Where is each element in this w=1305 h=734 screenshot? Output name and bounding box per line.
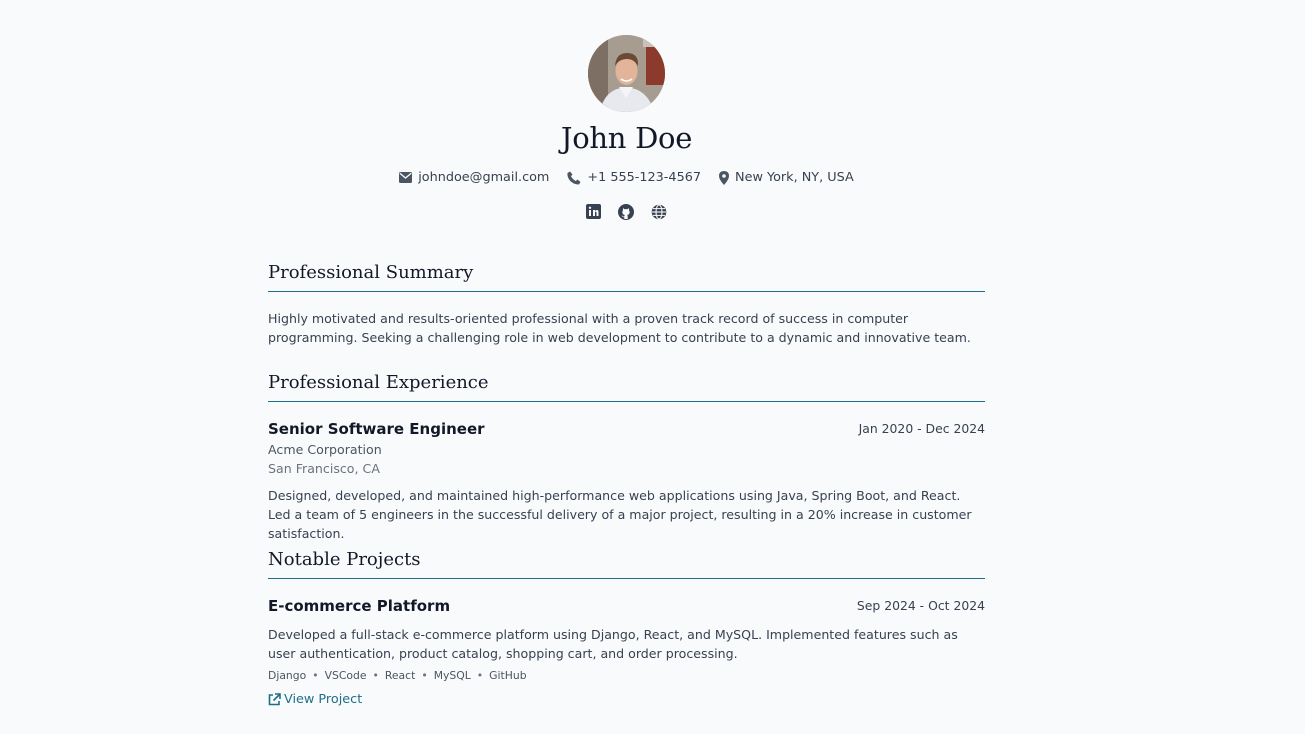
github-icon	[618, 204, 634, 220]
social-links	[0, 204, 1253, 220]
globe-icon	[651, 204, 667, 220]
website-link[interactable]	[651, 204, 667, 220]
phone-icon	[567, 171, 581, 184]
tag-separator: •	[421, 669, 428, 682]
job-company: Acme Corporation	[268, 442, 382, 457]
projects-heading: Notable Projects	[268, 549, 985, 579]
summary-heading: Professional Summary	[268, 262, 985, 292]
phone-contact[interactable]: +1 555-123-4567	[567, 170, 701, 185]
experience-heading: Professional Experience	[268, 372, 985, 402]
tag: GitHub	[489, 669, 527, 682]
resume-page: John Doe johndoe@gmail.com +1 555-123-45…	[0, 0, 1305, 734]
linkedin-icon	[586, 204, 601, 219]
job-title: Senior Software Engineer	[268, 420, 485, 438]
linkedin-link[interactable]	[586, 204, 601, 220]
contact-info: johndoe@gmail.com +1 555-123-4567 New Yo…	[0, 170, 1253, 185]
phone-text: +1 555-123-4567	[587, 170, 701, 185]
summary-text: Highly motivated and results-oriented pr…	[268, 311, 971, 345]
view-project-link[interactable]: View Project	[268, 692, 362, 707]
github-link[interactable]	[618, 204, 634, 220]
external-link-icon	[268, 693, 281, 706]
location-text: New York, NY, USA	[735, 170, 854, 185]
view-project-label: View Project	[284, 692, 363, 707]
project-tags: Django • VSCode • React • MySQL • GitHub	[268, 669, 527, 682]
avatar	[588, 35, 665, 112]
tag: Django	[268, 669, 307, 682]
candidate-name: John Doe	[560, 121, 693, 155]
tag: VSCode	[324, 669, 367, 682]
envelope-icon	[399, 172, 413, 183]
tag: MySQL	[433, 669, 471, 682]
job-location: San Francisco, CA	[268, 461, 380, 476]
email-contact[interactable]: johndoe@gmail.com	[399, 170, 549, 185]
tag-separator: •	[372, 669, 379, 682]
job-dates: Jan 2020 - Dec 2024	[858, 421, 985, 436]
job-description: Designed, developed, and maintained high…	[268, 488, 972, 541]
map-pin-icon	[719, 170, 729, 185]
project-dates: Sep 2024 - Oct 2024	[856, 598, 985, 613]
email-text: johndoe@gmail.com	[418, 170, 550, 185]
project-description: Developed a full-stack e-commerce platfo…	[268, 627, 958, 661]
tag: React	[384, 669, 416, 682]
location-contact: New York, NY, USA	[719, 170, 854, 185]
tag-separator: •	[312, 669, 319, 682]
project-name: E-commerce Platform	[268, 597, 451, 615]
tag-separator: •	[476, 669, 484, 682]
